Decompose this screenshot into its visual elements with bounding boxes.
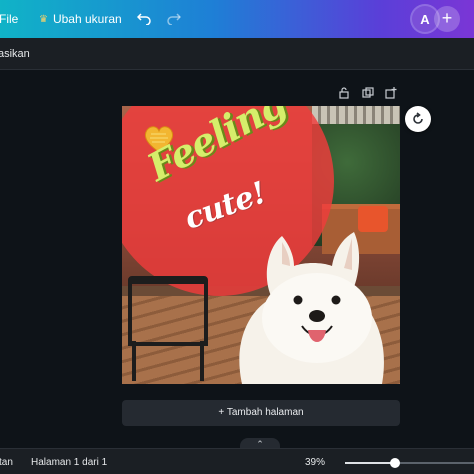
rotate-icon[interactable] xyxy=(405,106,431,132)
photo-chair-leg xyxy=(200,341,204,381)
resize-button[interactable]: ♛ Ubah ukuran xyxy=(39,12,122,26)
design-page[interactable]: Feeling cute! xyxy=(122,106,400,384)
duplicate-page-icon[interactable] xyxy=(362,87,376,101)
zoom-slider[interactable] xyxy=(345,458,474,468)
redo-icon[interactable] xyxy=(165,9,183,27)
add-page-icon[interactable] xyxy=(385,87,399,101)
page-indicator[interactable]: Halaman 1 dari 1 xyxy=(31,457,107,468)
photo-chair-leg xyxy=(132,341,136,381)
animate-button[interactable]: asikan xyxy=(0,48,30,60)
undo-icon[interactable] xyxy=(135,9,153,27)
dog-photo[interactable] xyxy=(222,218,400,384)
resize-label: Ubah ukuran xyxy=(52,12,122,26)
zoom-slider-thumb[interactable] xyxy=(390,458,400,468)
zoom-slider-fill xyxy=(345,462,395,464)
add-collaborator-button[interactable]: + xyxy=(434,6,460,32)
top-bar: File ♛ Ubah ukuran A + xyxy=(0,0,474,38)
status-bar: tan Halaman 1 dari 1 39% xyxy=(0,448,474,474)
photo-pergola xyxy=(312,106,400,124)
zoom-level[interactable]: 39% xyxy=(305,457,325,468)
lock-icon[interactable] xyxy=(338,87,352,101)
crown-icon: ♛ xyxy=(39,13,48,25)
photo-chair xyxy=(128,276,208,346)
file-menu[interactable]: File xyxy=(0,12,18,26)
notes-button[interactable]: tan xyxy=(0,457,13,468)
context-toolbar: asikan xyxy=(0,38,474,70)
add-page-button[interactable]: + Tambah halaman xyxy=(122,400,400,426)
